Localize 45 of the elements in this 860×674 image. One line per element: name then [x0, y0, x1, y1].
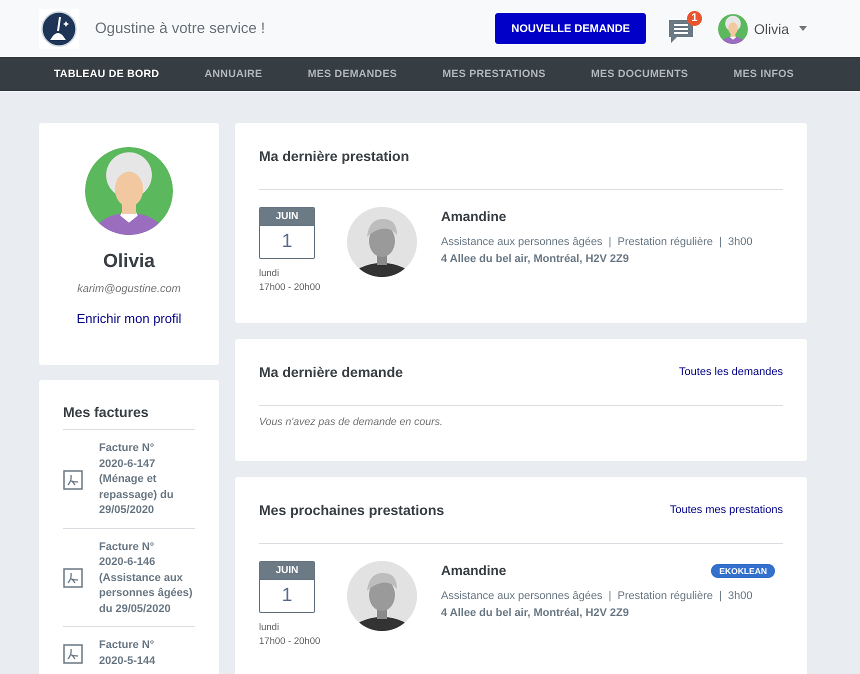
notification-badge: 1 [686, 10, 702, 26]
nav-tab[interactable]: MES INFOS [734, 68, 794, 80]
invoice-link[interactable]: Facture N° 2020-5-144 [99, 638, 195, 669]
new-request-button[interactable]: NOUVELLE DEMANDE [495, 13, 646, 44]
pdf-icon[interactable] [63, 470, 83, 490]
pdf-icon[interactable] [63, 568, 83, 588]
invoice-link[interactable]: Facture N° 2020-6-147 (Ménage et repassage) du 29/05/2020 [99, 441, 195, 518]
service-details: Assistance aux personnes âgées | Prestation régulière | 3h00 [441, 590, 754, 602]
nav-tab[interactable]: MES PRESTATIONS [442, 68, 546, 80]
nav-tab[interactable]: MES DOCUMENTS [590, 68, 688, 80]
day-number: 1 [280, 584, 294, 608]
invoices-title: Mes factures [63, 404, 195, 430]
service-details: Assistance aux personnes âgées | Prestation régulière | 3h00 [441, 236, 754, 248]
provider-tag: EKOKLEAN [711, 564, 775, 578]
profile-link[interactable]: Enrichir mon profil [76, 311, 182, 326]
nav-tab[interactable]: MES DEMANDES [308, 68, 398, 80]
service-address: 4 Allee du bel air, Montréal, H2V 2Z9 [441, 607, 630, 619]
profile-email: karim@ogustine.com [77, 283, 181, 295]
service-address: 4 Allee du bel air, Montréal, H2V 2Z9 [441, 253, 630, 265]
user-name[interactable]: Olivia [754, 20, 789, 36]
time-range: 17h00 - 20h00 [259, 281, 322, 295]
empty-message: Vous n'avez pas de demande en cours. [259, 415, 444, 430]
invoice-link[interactable]: Facture N° 2020-6-146 (Assistance aux personnes âgées) du 29/05/2020 [99, 540, 195, 617]
tagline: Ogustine à votre service ! [95, 20, 266, 37]
provider-name: Amandine [441, 563, 506, 578]
pdf-icon[interactable] [63, 644, 83, 664]
nav-tab[interactable]: ANNUAIRE [204, 68, 262, 80]
logo-icon [39, 8, 79, 48]
provider-name: Amandine [441, 209, 506, 224]
all-services-link[interactable]: Toutes mes prestations [670, 504, 783, 516]
day-number: 1 [280, 230, 294, 254]
weekday-label: lundi [259, 267, 280, 281]
profile-name: Olivia [103, 251, 155, 273]
section-title: Mes prochaines prestations [259, 502, 444, 518]
section-title: Ma dernière prestation [259, 148, 410, 164]
month-label: JUIN [260, 562, 314, 580]
nav-tab[interactable]: TABLEAU DE BORD [54, 68, 160, 80]
time-range: 17h00 - 20h00 [259, 635, 322, 649]
all-requests-link[interactable]: Toutes les demandes [679, 366, 783, 378]
user-avatar [718, 14, 748, 44]
weekday-label: lundi [259, 621, 280, 635]
month-label: JUIN [260, 208, 314, 226]
caret-icon[interactable] [799, 26, 807, 31]
chat-icon [668, 18, 694, 44]
section-title: Ma dernière demande [259, 364, 403, 380]
